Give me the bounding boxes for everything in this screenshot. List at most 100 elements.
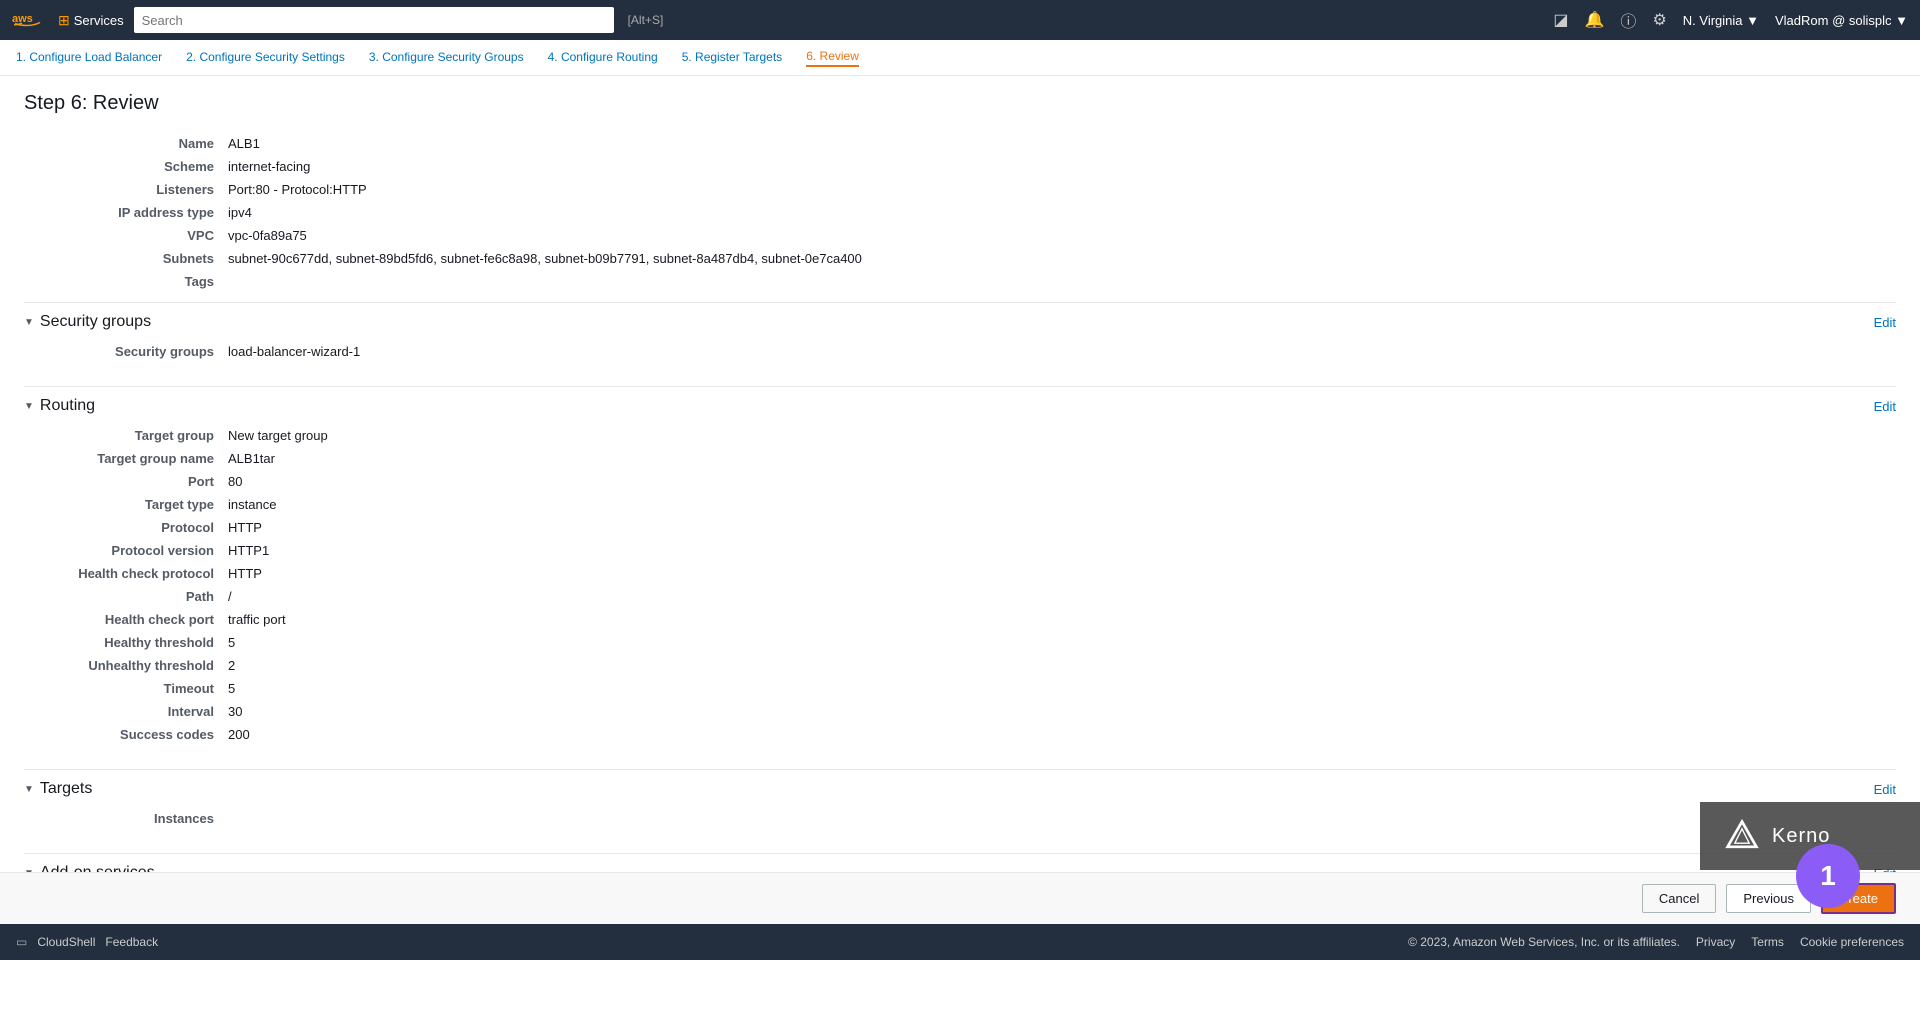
tab-step4[interactable]: 4. Configure Routing	[548, 50, 658, 66]
value-name: ALB1	[228, 133, 1894, 154]
label-interval: Interval	[26, 701, 226, 722]
label-subnets: Subnets	[26, 248, 226, 269]
tab-step5[interactable]: 5. Register Targets	[682, 50, 783, 66]
terms-link[interactable]: Terms	[1751, 935, 1784, 949]
value-timeout: 5	[228, 678, 1894, 699]
tab-step6[interactable]: 6. Review	[806, 49, 859, 67]
security-groups-edit-link[interactable]: Edit	[1874, 315, 1896, 330]
chevron-down-icon: ▼	[24, 317, 34, 328]
table-row: Health check protocol HTTP	[26, 563, 1894, 584]
label-timeout: Timeout	[26, 678, 226, 699]
value-ip-type: ipv4	[228, 202, 1894, 223]
user-menu[interactable]: VladRom @ solisplc ▼	[1775, 13, 1908, 28]
security-groups-section: ▼ Security groups Edit Security groups l…	[24, 302, 1896, 382]
table-row: VPC vpc-0fa89a75	[26, 225, 1894, 246]
table-row: Unhealthy threshold 2	[26, 655, 1894, 676]
chevron-down-icon: ▼	[24, 401, 34, 412]
search-input[interactable]	[134, 7, 614, 33]
value-tg-name: ALB1tar	[228, 448, 1894, 469]
privacy-link[interactable]: Privacy	[1696, 935, 1735, 949]
table-row: Scheme internet-facing	[26, 156, 1894, 177]
label-name: Name	[26, 133, 226, 154]
label-tags: Tags	[26, 271, 226, 292]
tab-step3[interactable]: 3. Configure Security Groups	[369, 50, 524, 66]
targets-title[interactable]: ▼ Targets	[24, 780, 92, 798]
settings-icon[interactable]: ⚙	[1652, 10, 1666, 30]
notification-badge[interactable]: 1	[1796, 844, 1860, 908]
value-hc-protocol: HTTP	[228, 563, 1894, 584]
table-row: Target group name ALB1tar	[26, 448, 1894, 469]
bell-icon[interactable]: 🔔	[1585, 10, 1605, 30]
table-row: Listeners Port:80 - Protocol:HTTP	[26, 179, 1894, 200]
label-target-type: Target type	[26, 494, 226, 515]
table-row: Target group New target group	[26, 425, 1894, 446]
value-success-codes: 200	[228, 724, 1894, 745]
feedback-label[interactable]: Feedback	[105, 935, 158, 949]
grid-icon: ⊞	[58, 12, 70, 29]
value-healthy-threshold: 5	[228, 632, 1894, 653]
label-scheme: Scheme	[26, 156, 226, 177]
security-groups-title[interactable]: ▼ Security groups	[24, 313, 151, 331]
value-unhealthy-threshold: 2	[228, 655, 1894, 676]
top-navigation: aws ⊞ Services [Alt+S] ◪ 🔔 ⓘ ⚙ N. Virgin…	[0, 0, 1920, 40]
targets-header: ▼ Targets Edit	[24, 780, 1896, 798]
routing-table: Target group New target group Target gro…	[24, 423, 1896, 747]
copyright-text: © 2023, Amazon Web Services, Inc. or its…	[1408, 935, 1680, 949]
table-row: Health check port traffic port	[26, 609, 1894, 630]
routing-edit-link[interactable]: Edit	[1874, 399, 1896, 414]
main-content: Step 6: Review Name ALB1 Scheme internet…	[0, 76, 1920, 924]
footer-right: © 2023, Amazon Web Services, Inc. or its…	[1408, 935, 1904, 949]
cloud-icon[interactable]: ◪	[1553, 10, 1568, 30]
value-instances	[228, 808, 1894, 829]
svg-text:aws: aws	[12, 13, 33, 25]
label-target-group: Target group	[26, 425, 226, 446]
table-row: Timeout 5	[26, 678, 1894, 699]
table-row: Success codes 200	[26, 724, 1894, 745]
value-protocol: HTTP	[228, 517, 1894, 538]
value-protocol-version: HTTP1	[228, 540, 1894, 561]
value-subnets: subnet-90c677dd, subnet-89bd5fd6, subnet…	[228, 248, 1894, 269]
table-row: IP address type ipv4	[26, 202, 1894, 223]
value-security-groups: load-balancer-wizard-1	[228, 341, 1894, 362]
label-tg-name: Target group name	[26, 448, 226, 469]
value-target-group: New target group	[228, 425, 1894, 446]
chevron-down-icon: ▼	[24, 784, 34, 795]
cancel-button[interactable]: Cancel	[1642, 884, 1716, 913]
label-success-codes: Success codes	[26, 724, 226, 745]
label-protocol: Protocol	[26, 517, 226, 538]
label-security-groups: Security groups	[26, 341, 226, 362]
table-row: Interval 30	[26, 701, 1894, 722]
page-title: Step 6: Review	[24, 92, 1896, 115]
bottom-action-bar: Cancel Previous Create	[0, 872, 1920, 924]
help-icon[interactable]: ⓘ	[1620, 8, 1636, 32]
nav-right: ◪ 🔔 ⓘ ⚙ N. Virginia ▼ VladRom @ solisplc…	[1553, 8, 1908, 32]
region-selector[interactable]: N. Virginia ▼	[1683, 13, 1759, 28]
basic-info-table: Name ALB1 Scheme internet-facing Listene…	[24, 131, 1896, 294]
search-shortcut: [Alt+S]	[628, 13, 664, 27]
table-row: Target type instance	[26, 494, 1894, 515]
cloudshell-label[interactable]: CloudShell	[37, 935, 95, 949]
table-row: Name ALB1	[26, 133, 1894, 154]
value-vpc: vpc-0fa89a75	[228, 225, 1894, 246]
label-ip-type: IP address type	[26, 202, 226, 223]
routing-title[interactable]: ▼ Routing	[24, 397, 95, 415]
label-port: Port	[26, 471, 226, 492]
cloudshell-icon: ▭	[16, 935, 27, 949]
label-vpc: VPC	[26, 225, 226, 246]
table-row: Port 80	[26, 471, 1894, 492]
label-healthy-threshold: Healthy threshold	[26, 632, 226, 653]
services-button[interactable]: ⊞ Services	[58, 12, 124, 29]
label-protocol-version: Protocol version	[26, 540, 226, 561]
label-hc-port: Health check port	[26, 609, 226, 630]
tab-step1[interactable]: 1. Configure Load Balancer	[16, 50, 162, 66]
cookie-link[interactable]: Cookie preferences	[1800, 935, 1904, 949]
tab-step2[interactable]: 2. Configure Security Settings	[186, 50, 345, 66]
targets-edit-link[interactable]: Edit	[1874, 782, 1896, 797]
value-tags	[228, 271, 1894, 292]
footer-left: ▭ CloudShell Feedback	[16, 935, 158, 949]
label-path: Path	[26, 586, 226, 607]
routing-section: ▼ Routing Edit Target group New target g…	[24, 386, 1896, 765]
value-path: /	[228, 586, 1894, 607]
label-listeners: Listeners	[26, 179, 226, 200]
targets-section: ▼ Targets Edit Instances	[24, 769, 1896, 849]
